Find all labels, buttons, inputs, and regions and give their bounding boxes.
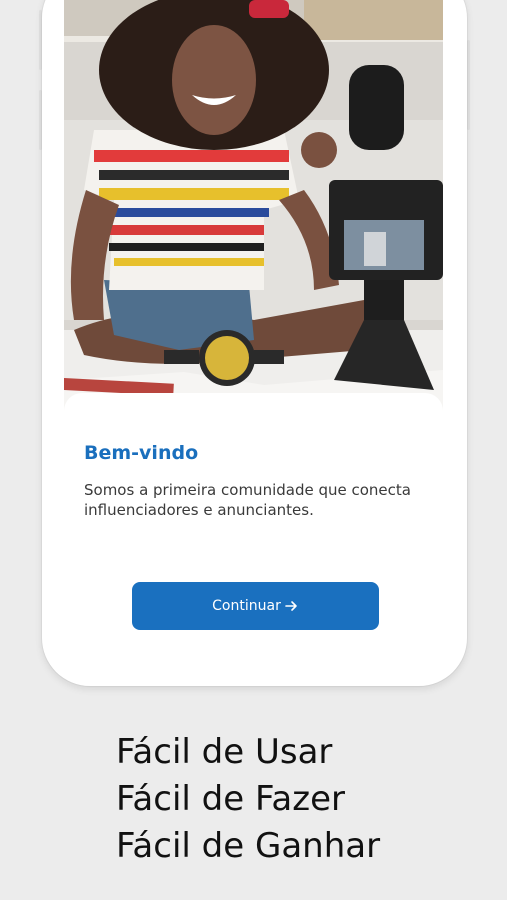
phone-side-button — [467, 40, 470, 130]
continue-button[interactable]: Continuar — [132, 582, 379, 630]
tagline: Fácil de Fazer — [116, 779, 345, 819]
arrow-right-icon — [285, 601, 297, 611]
welcome-title: Bem-vindo — [84, 442, 199, 464]
tagline: Fácil de Usar — [116, 732, 333, 772]
welcome-card: Bem-vindo Somos a primeira comunidade qu… — [64, 393, 443, 671]
tagline: Fácil de Ganhar — [116, 826, 381, 866]
welcome-description: Somos a primeira comunidade que conecta … — [84, 481, 411, 519]
continue-button-label: Continuar — [212, 598, 281, 614]
hero-photo — [64, 0, 443, 420]
app-screen: Bem-vindo Somos a primeira comunidade qu… — [64, 0, 443, 671]
tagline-block: Fácil de Usar Fácil de Fazer Fácil de Ga… — [116, 729, 380, 870]
